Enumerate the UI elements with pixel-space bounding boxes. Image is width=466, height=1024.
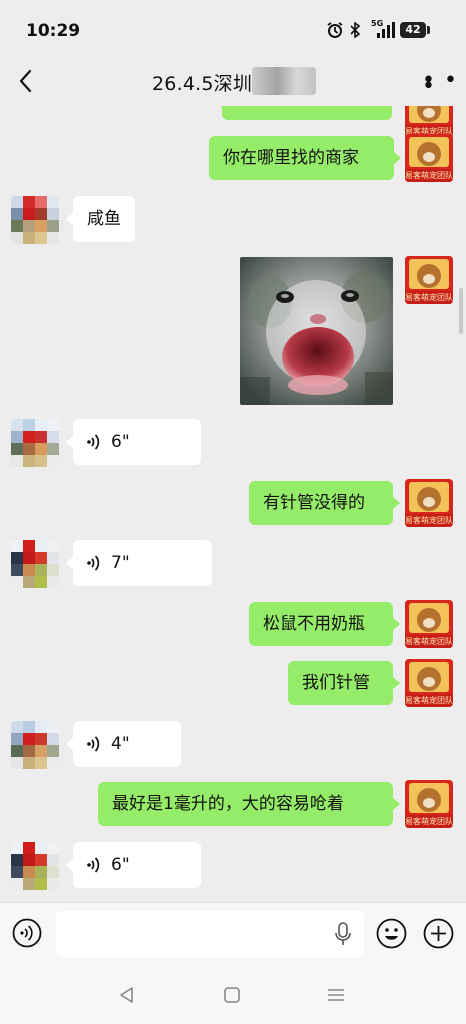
- title-redacted-blur: [252, 67, 316, 95]
- message-bubble-them[interactable]: 咸鱼: [66, 196, 135, 242]
- message-bubble-me[interactable]: 松鼠不用奶瓶: [249, 602, 400, 646]
- signal-icon: [377, 22, 395, 38]
- my-avatar[interactable]: 易客萌宠团队: [405, 780, 453, 828]
- voice-duration: 7": [111, 553, 130, 573]
- my-avatar-badge: 易客萌宠团队: [405, 694, 453, 707]
- message-bubble-me[interactable]: [222, 106, 392, 120]
- voice-message-bubble[interactable]: 6": [66, 842, 201, 888]
- contact-avatar[interactable]: [11, 419, 59, 467]
- message-bubble-me[interactable]: 有针管没得的: [249, 481, 400, 525]
- contact-avatar[interactable]: [11, 196, 59, 244]
- chat-scrollbar[interactable]: [459, 288, 463, 334]
- voice-wave-icon: [87, 857, 100, 873]
- emoji-icon[interactable]: [376, 918, 407, 949]
- voice-duration: 4": [111, 734, 130, 754]
- bluetooth-icon: [350, 22, 361, 38]
- my-avatar-badge: 易客萌宠团队: [405, 514, 453, 527]
- my-avatar-badge: 易客萌宠团队: [405, 169, 453, 182]
- status-time: 10:29: [26, 21, 81, 41]
- plus-icon[interactable]: [423, 918, 454, 949]
- message-input[interactable]: [56, 911, 364, 957]
- voice-message-bubble[interactable]: 7": [66, 540, 212, 586]
- message-bubble-me[interactable]: 最好是1毫升的，大的容易呛着: [98, 782, 400, 826]
- chevron-left-icon[interactable]: [16, 68, 36, 94]
- nav-home-icon[interactable]: [221, 984, 243, 1006]
- contact-avatar[interactable]: [11, 721, 59, 769]
- message-bubble-me[interactable]: 我们针管: [288, 661, 400, 705]
- chat-title: 26.4.5深圳: [152, 73, 253, 95]
- my-avatar-badge: 易客萌宠团队: [405, 635, 453, 648]
- voice-mode-icon[interactable]: [12, 918, 42, 948]
- voice-wave-icon: [87, 434, 100, 450]
- my-avatar-badge: 易客萌宠团队: [405, 291, 453, 304]
- contact-avatar[interactable]: [11, 842, 59, 890]
- microphone-icon[interactable]: [332, 921, 354, 947]
- my-avatar[interactable]: 易客萌宠团队: [405, 600, 453, 648]
- nav-back-icon[interactable]: [116, 984, 138, 1006]
- nav-recents-icon[interactable]: [325, 984, 347, 1006]
- alarm-icon: [327, 22, 343, 38]
- voice-duration: 6": [111, 432, 130, 452]
- message-bubble-me[interactable]: 你在哪里找的商家: [209, 136, 401, 180]
- voice-wave-icon: [87, 555, 100, 571]
- my-avatar[interactable]: 易客萌宠团队: [405, 134, 453, 182]
- more-dots-icon[interactable]: • • •: [422, 70, 466, 98]
- battery-icon: 42: [400, 22, 426, 38]
- my-avatar[interactable]: 易客萌宠团队: [405, 659, 453, 707]
- voice-message-bubble[interactable]: 6": [66, 419, 201, 465]
- my-avatar[interactable]: 易客萌宠团队: [405, 479, 453, 527]
- screaming-cat-image[interactable]: [240, 257, 393, 405]
- battery-tip: [427, 26, 430, 34]
- message-list[interactable]: 你在哪里找的商家 咸鱼 6" 有针管没得的 7" 松鼠不用奶瓶 我们针管 4" …: [0, 106, 466, 902]
- my-avatar-badge: 易客萌宠团队: [405, 815, 453, 828]
- my-avatar[interactable]: 易客萌宠团队: [405, 256, 453, 304]
- contact-avatar[interactable]: [11, 540, 59, 588]
- voice-message-bubble[interactable]: 4": [66, 721, 181, 767]
- voice-duration: 6": [111, 855, 130, 875]
- voice-wave-icon: [87, 736, 100, 752]
- battery-level: 42: [405, 23, 421, 36]
